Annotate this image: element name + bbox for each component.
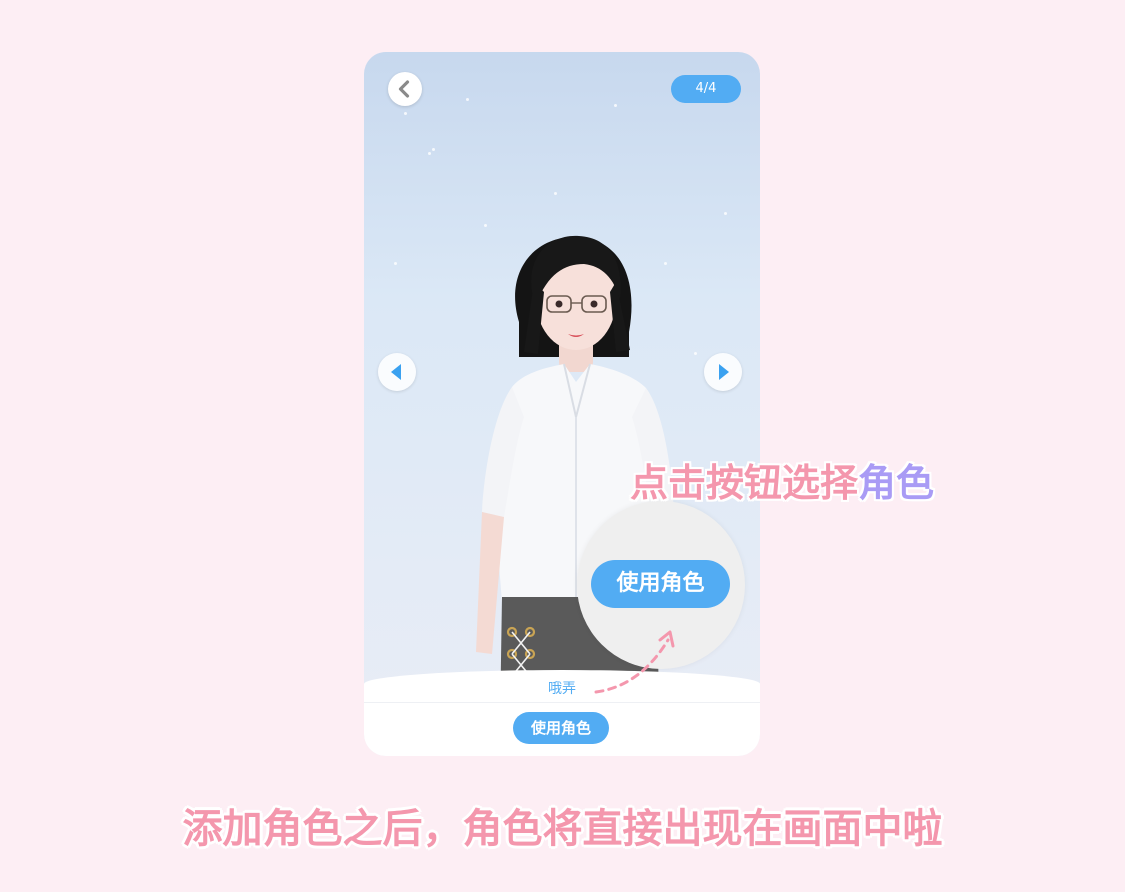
callout-main: 点击按钮选择	[630, 461, 859, 505]
page-indicator: 4/4	[671, 75, 741, 103]
sparkle	[404, 112, 407, 115]
sparkle	[428, 152, 431, 155]
chevron-left-icon	[398, 80, 410, 98]
next-character-button[interactable]	[704, 353, 742, 391]
callout-text: 点击按钮选择角色	[630, 452, 934, 507]
previous-character-button[interactable]	[378, 353, 416, 391]
sparkle	[432, 148, 435, 151]
character-name: 哦弄	[548, 681, 576, 697]
sparkle	[466, 98, 469, 101]
bottom-caption: 添加角色之后，角色将直接出现在画面中啦	[182, 806, 943, 852]
triangle-left-icon	[391, 364, 401, 380]
back-button[interactable]	[388, 72, 422, 106]
sparkle	[724, 212, 727, 215]
callout-accent: 角色	[858, 461, 935, 505]
triangle-right-icon	[719, 364, 729, 380]
use-character-button-zoomed[interactable]: 使用角色	[591, 560, 730, 608]
sparkle	[614, 104, 617, 107]
use-character-button[interactable]: 使用角色	[513, 712, 609, 744]
divider	[364, 702, 760, 703]
sparkle	[394, 262, 397, 265]
character-info-panel: 哦弄 使用角色	[364, 670, 760, 756]
pointer-arrow-icon	[594, 630, 675, 694]
